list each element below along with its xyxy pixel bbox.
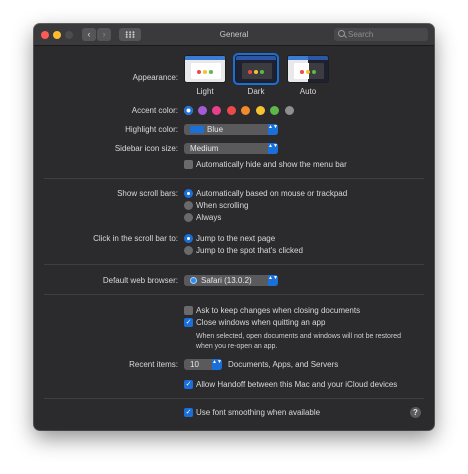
thumb-dot [254,70,258,74]
checkmark-icon: ✓ [185,319,192,326]
jump-to-spot-radio[interactable] [184,246,193,255]
menu-bar-label: Automatically hide and show the menu bar [196,160,347,169]
appearance-light-label: Light [196,87,214,96]
thumb-dot [248,70,252,74]
default-browser-value: Safari (13.0.2) [201,276,252,285]
safari-icon [190,277,197,284]
search-input[interactable] [348,28,424,41]
jump-to-spot-label: Jump to the spot that's clicked [196,246,303,255]
sidebar-icon-size-popup[interactable]: Medium ▲▼ [184,143,278,154]
title-bar: ‹ › General [34,24,434,46]
font-smoothing-label: Use font smoothing when available [196,408,321,417]
close-windows-label: Close windows when quitting an app [196,318,326,327]
checkmark-icon: ✓ [185,409,192,416]
scroll-auto-label: Automatically based on mouse or trackpad [196,189,348,198]
appearance-dark-label: Dark [247,87,265,96]
highlight-swatch [190,126,204,133]
accent-orange-swatch[interactable] [241,106,250,115]
divider [44,294,424,295]
handoff-label: Allow Handoff between this Mac and your … [196,380,398,389]
sidebar-icon-size-value: Medium [190,144,219,153]
help-button[interactable]: ? [410,407,421,418]
recent-items-value: 10 [190,360,199,369]
popup-arrows-icon: ▲▼ [268,275,278,286]
highlight-color-label: Highlight color: [125,125,178,134]
thumb-dot [306,70,310,74]
popup-arrows-icon: ▲▼ [268,143,278,154]
ask-keep-changes-checkbox[interactable] [184,306,193,315]
popup-arrows-icon: ▲▼ [212,359,222,370]
highlight-color-popup[interactable]: Blue ▲▼ [184,124,278,135]
close-windows-checkbox[interactable]: ✓ [184,318,193,327]
thumb-dot [312,70,316,74]
divider [44,264,424,265]
recent-items-popup[interactable]: 10 ▲▼ [184,359,222,370]
thumb-bar [236,56,276,60]
recent-items-label: Recent items: [129,360,178,369]
thumb-dot [197,70,201,74]
handoff-checkbox[interactable]: ✓ [184,380,193,389]
jump-next-page-label: Jump to the next page [196,234,276,243]
divider [44,178,424,179]
appearance-dark-thumbnail[interactable] [235,55,277,83]
accent-graphite-swatch[interactable] [285,106,294,115]
scroll-when-scrolling-radio[interactable] [184,201,193,210]
default-browser-popup[interactable]: Safari (13.0.2) ▲▼ [184,275,278,286]
search-field[interactable] [334,28,428,41]
highlight-value: Blue [207,125,224,134]
accent-red-swatch[interactable] [227,106,236,115]
divider [44,398,424,399]
thumb-dot [300,70,304,74]
search-icon [338,30,345,37]
appearance-light-thumbnail[interactable] [184,55,226,83]
show-scroll-bars-label: Show scroll bars: [117,189,178,198]
menu-bar-checkbox[interactable] [184,160,193,169]
accent-color-label: Accent color: [131,106,178,115]
font-smoothing-checkbox[interactable]: ✓ [184,408,193,417]
jump-next-page-radio[interactable] [184,234,193,243]
ask-keep-changes-label: Ask to keep changes when closing documen… [196,306,361,315]
recent-items-suffix: Documents, Apps, and Servers [228,360,339,369]
scroll-always-label: Always [196,213,222,222]
scroll-auto-radio[interactable] [184,189,193,198]
accent-purple-swatch[interactable] [198,106,207,115]
click-scroll-label: Click in the scroll bar to: [93,234,178,243]
checkmark-icon: ✓ [185,381,192,388]
sidebar-icon-size-label: Sidebar icon size: [114,144,178,153]
appearance-label: Appearance: [132,73,178,82]
thumb-dot [209,70,213,74]
thumb-dot [203,70,207,74]
scroll-when-scrolling-label: When scrolling [196,201,249,210]
accent-blue-swatch[interactable] [184,106,193,115]
accent-green-swatch[interactable] [270,106,279,115]
thumb-bar [185,56,225,60]
default-browser-label: Default web browser: [102,276,178,285]
appearance-auto-label: Auto [299,87,317,96]
appearance-auto-thumbnail[interactable] [287,55,329,83]
close-windows-note: When selected, open documents and window… [196,333,402,350]
accent-yellow-swatch[interactable] [256,106,265,115]
scroll-always-radio[interactable] [184,213,193,222]
popup-arrows-icon: ▲▼ [268,124,278,135]
thumb-bar [288,56,328,60]
accent-pink-swatch[interactable] [212,106,221,115]
preferences-window: ‹ › General Appearance: Light Dark Auto … [34,24,434,430]
thumb-dot [260,70,264,74]
